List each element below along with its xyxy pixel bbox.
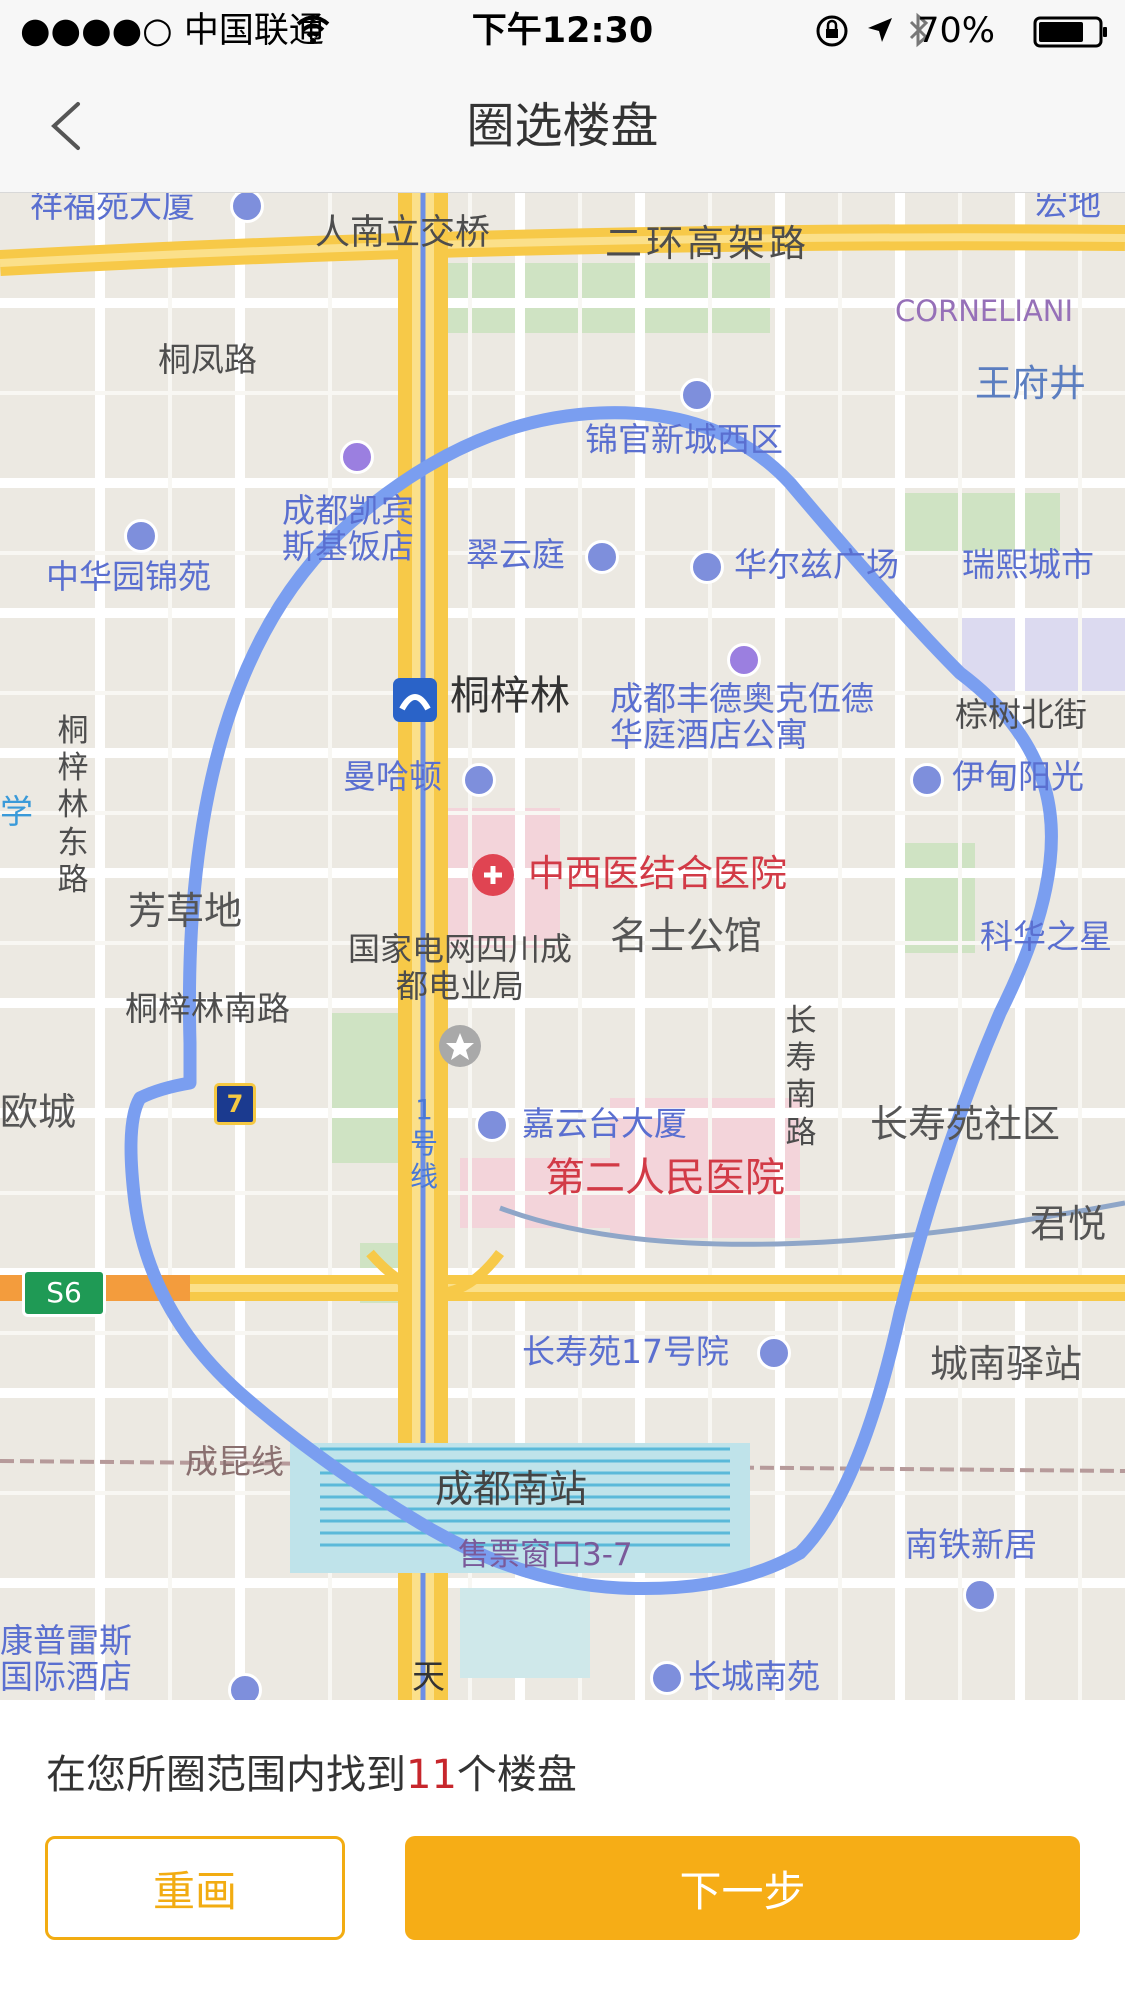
map-label[interactable]: 南铁新居	[905, 1526, 1037, 1564]
map-label: 天	[412, 1657, 445, 1696]
map-label[interactable]: 翠云庭	[466, 536, 565, 574]
map-label[interactable]: 中华园锦苑	[46, 558, 211, 596]
poi-pin[interactable]	[340, 440, 374, 474]
poi-pin[interactable]	[727, 643, 761, 677]
map-label[interactable]: 长寿苑社区	[870, 1102, 1060, 1147]
map-label[interactable]: 中西医结合医院	[528, 852, 787, 896]
map-label[interactable]: 名士公馆	[610, 914, 762, 959]
map-label[interactable]: 长城南苑	[688, 1658, 820, 1696]
navigation-bar: 圈选楼盘	[0, 62, 1125, 193]
map-label[interactable]: 华尔兹广场	[734, 546, 899, 584]
map-label: 棕树北街	[955, 695, 1087, 734]
map-label[interactable]: 城南驿站	[930, 1342, 1082, 1387]
map-label: 二环高架路	[605, 222, 810, 265]
map-label[interactable]: 科华之星	[980, 918, 1112, 956]
map-label[interactable]: 学	[0, 793, 33, 831]
map-label: 长寿南路	[785, 1003, 817, 1151]
result-suffix: 个楼盘	[456, 1752, 577, 1798]
map-label[interactable]: 瑞熙城市	[962, 546, 1094, 584]
battery-icon	[1033, 16, 1107, 48]
map-label[interactable]: 成都凯宾斯基饭店	[282, 492, 442, 566]
poi-pin[interactable]	[585, 540, 619, 574]
map-label[interactable]: 锦官新城西区	[585, 421, 783, 459]
highway-s6-badge: S6	[22, 1269, 106, 1317]
poi-pin[interactable]	[228, 1673, 262, 1700]
status-bar: ●●●●○ 中国联通 下午12:30 70%	[0, 0, 1125, 62]
map-label[interactable]: 君悦	[1030, 1202, 1106, 1247]
result-panel: 在您所圈范围内找到11个楼盘 重画 下一步	[0, 1700, 1125, 2001]
poi-pin[interactable]	[963, 1578, 997, 1612]
poi-pin[interactable]	[462, 763, 496, 797]
poi-pin[interactable]	[124, 519, 158, 553]
battery-percentage: 70%	[917, 11, 995, 51]
map-label[interactable]: 嘉云台大厦	[522, 1105, 687, 1143]
map-label: 芳草地	[128, 889, 243, 933]
map-label[interactable]: 宏地	[1035, 193, 1101, 223]
map-label[interactable]: 成都南站	[435, 1467, 587, 1512]
redraw-button[interactable]: 重画	[45, 1836, 345, 1940]
map-label: 桐梓林南路	[125, 989, 290, 1028]
result-prefix: 在您所圈范围内找到	[46, 1752, 406, 1798]
poi-pin[interactable]	[910, 763, 944, 797]
poi-pin[interactable]	[475, 1108, 509, 1142]
location-arrow-icon	[868, 18, 892, 42]
map-label[interactable]: 欧城	[0, 1090, 76, 1135]
map-label[interactable]: 第二人民医院	[545, 1155, 785, 1201]
map-label[interactable]: 伊甸阳光	[952, 758, 1084, 796]
result-summary: 在您所圈范围内找到11个楼盘	[46, 1742, 577, 1800]
poi-pin[interactable]	[757, 1336, 791, 1370]
poi-pin[interactable]	[690, 550, 724, 584]
poi-pin[interactable]	[650, 1661, 684, 1695]
map-label[interactable]: 成都丰德奥克伍德华庭酒店公寓	[610, 680, 900, 754]
metro-line-7-badge[interactable]: 7	[214, 1083, 256, 1125]
orientation-lock-icon	[816, 15, 848, 47]
map-label: 1号线	[409, 1093, 438, 1194]
map-label: 人南立交桥	[315, 213, 491, 253]
map-label[interactable]: 长寿苑17号院	[522, 1333, 729, 1371]
map-label: 桐凤路	[158, 340, 257, 379]
map-label: 桐梓林东路	[57, 713, 89, 898]
page-title: 圈选楼盘	[466, 98, 659, 154]
map-label[interactable]: 曼哈顿	[343, 758, 442, 796]
map-label[interactable]: 售票窗口3-7	[458, 1537, 633, 1574]
poi-pin[interactable]	[680, 378, 714, 412]
map-label[interactable]: 康普雷斯国际酒店	[0, 1622, 150, 1696]
map-label[interactable]: 国家电网四川成都电业局	[345, 931, 575, 1005]
map-label[interactable]: 王府井	[975, 362, 1086, 406]
map-label[interactable]: CORNELIANI	[895, 294, 1073, 328]
map-label: 成昆线	[185, 1442, 284, 1481]
result-count: 11	[406, 1752, 457, 1798]
map-label[interactable]: 祥福苑大厦	[30, 193, 195, 225]
next-step-button[interactable]: 下一步	[405, 1836, 1080, 1940]
map-view[interactable]: 7 S6 祥福苑大厦 宏地 人南立交桥 二环高架路 CORNELIANI 桐凤路…	[0, 193, 1125, 1700]
metro-station-icon[interactable]	[392, 677, 438, 723]
map-label[interactable]: 桐梓林	[450, 673, 570, 719]
